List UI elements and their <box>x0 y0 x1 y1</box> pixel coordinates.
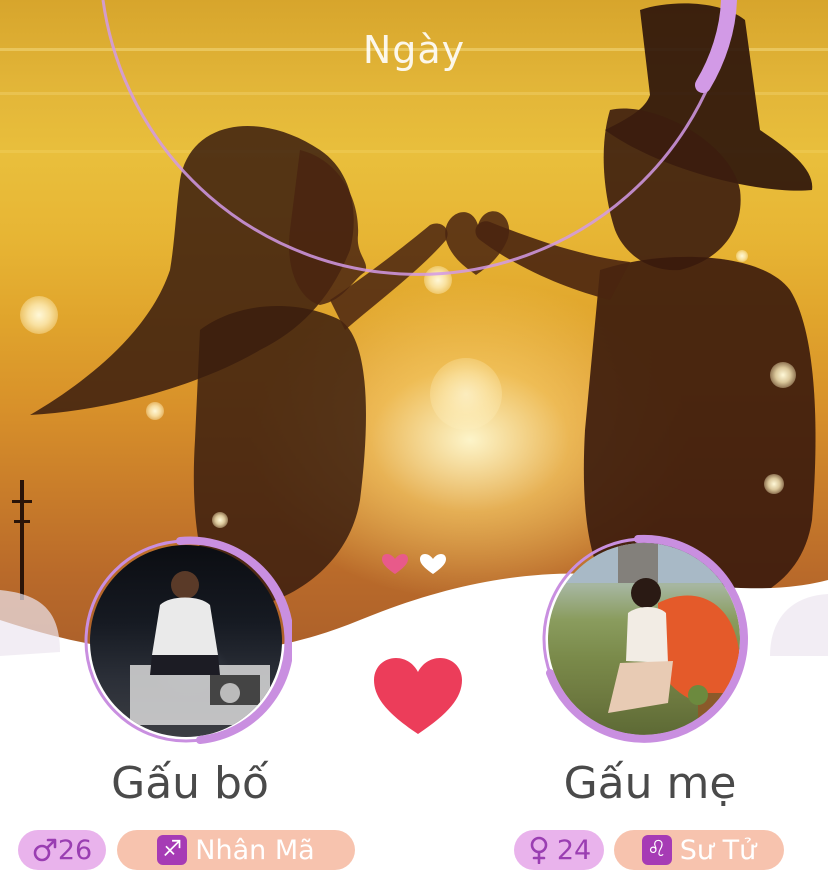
light-bokeh <box>770 362 796 388</box>
page-indicator[interactable] <box>380 553 448 577</box>
father-age: 26 <box>57 834 93 866</box>
light-bokeh <box>20 296 58 334</box>
father-avatar[interactable] <box>80 535 292 747</box>
father-avatar-ring <box>84 536 292 744</box>
mother-name[interactable]: Gấu mẹ <box>520 758 780 809</box>
light-bokeh <box>430 358 502 430</box>
progress-indicator <box>695 0 737 93</box>
light-bokeh <box>764 474 784 494</box>
mother-age-badge[interactable]: 24 <box>514 830 604 870</box>
father-name[interactable]: Gấu bố <box>60 758 320 809</box>
mother-zodiac-name: Sư Tử <box>679 834 757 866</box>
days-unit-label: Ngày <box>362 28 466 72</box>
light-bokeh <box>212 512 228 528</box>
mother-zodiac-badge[interactable]: ♌ Sư Tử <box>614 830 784 870</box>
mother-avatar[interactable] <box>538 533 750 745</box>
mother-age: 24 <box>556 834 592 866</box>
love-heart-icon[interactable] <box>372 656 464 736</box>
page-dot-icon[interactable] <box>420 554 446 574</box>
father-zodiac-name: Nhân Mã <box>195 834 315 866</box>
male-symbol-icon <box>32 837 58 863</box>
father-age-badge[interactable]: 26 <box>18 830 106 870</box>
leo-icon: ♌ <box>641 835 672 865</box>
mother-avatar-ring <box>542 534 748 743</box>
page-dot-active-icon[interactable] <box>382 554 408 574</box>
sagittarius-icon: ♐ <box>157 835 188 865</box>
father-zodiac-badge[interactable]: ♐ Nhân Mã <box>117 830 355 870</box>
female-symbol-icon <box>527 836 551 864</box>
light-bokeh <box>146 402 164 420</box>
